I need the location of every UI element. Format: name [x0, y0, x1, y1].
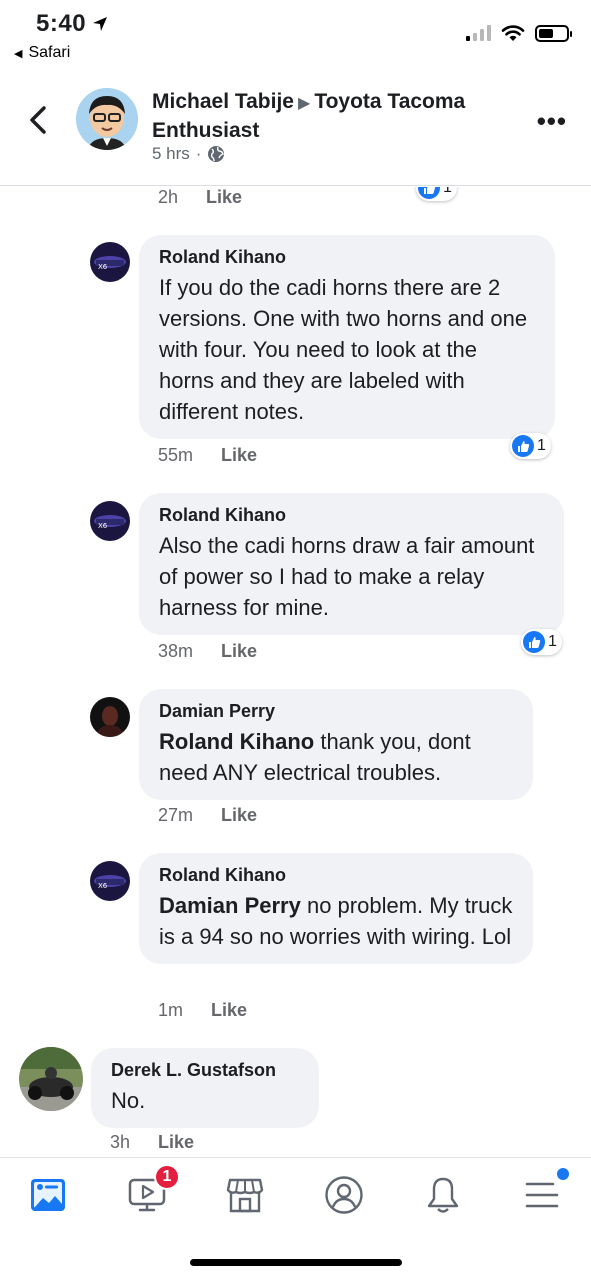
comment-text: Damian Perry no problem. My truck is a 9… — [159, 890, 513, 952]
post-header: Michael Tabije ▶ Toyota Tacoma Enthusiast … — [0, 78, 591, 186]
like-button[interactable]: Like — [158, 1132, 194, 1153]
nav-news-feed[interactable] — [25, 1172, 71, 1218]
mention-link[interactable]: Roland Kihano — [159, 729, 314, 754]
right-triangle-icon: ▶ — [298, 95, 311, 112]
reaction-count[interactable]: 1 — [416, 187, 457, 201]
nav-watch[interactable]: 1 — [124, 1164, 180, 1218]
svg-text:X6: X6 — [98, 882, 108, 890]
location-arrow-icon — [93, 17, 108, 31]
notification-badge: 1 — [154, 1164, 180, 1190]
menu-indicator-dot — [557, 1168, 569, 1180]
like-button[interactable]: Like — [221, 641, 257, 662]
back-app-label: Safari — [28, 44, 71, 61]
status-icons — [466, 24, 572, 42]
comment-meta: 1m Like — [158, 1000, 247, 1021]
comment-time: 27m — [158, 805, 194, 825]
commenter-name[interactable]: Roland Kihano — [159, 865, 513, 886]
like-button[interactable]: Like — [206, 187, 242, 208]
commenter-avatar[interactable] — [90, 697, 130, 737]
news-feed-icon — [31, 1179, 65, 1211]
comment-text: Roland Kihano thank you, dont need ANY e… — [159, 726, 513, 788]
like-button[interactable]: Like — [211, 1000, 247, 1021]
post-title: Michael Tabije ▶ Toyota Tacoma Enthusiast — [152, 88, 522, 144]
profile-icon — [325, 1176, 363, 1214]
status-bar: 5:40 ◀ Safari — [0, 0, 591, 72]
reaction-number: 1 — [443, 187, 452, 196]
commenter-name[interactable]: Derek L. Gustafson — [111, 1060, 299, 1081]
hamburger-menu-icon — [525, 1182, 559, 1208]
comment-text: Also the cadi horns draw a fair amount o… — [159, 533, 535, 620]
post-time[interactable]: 5 hrs — [152, 144, 190, 164]
comment-bubble: Roland Kihano Damian Perry no problem. M… — [139, 853, 533, 964]
comment-meta: 3h Like — [110, 1132, 194, 1153]
home-indicator[interactable] — [190, 1259, 402, 1266]
comment-bubble: Roland Kihano Also the cadi horns draw a… — [139, 493, 564, 635]
svg-text:X6: X6 — [98, 522, 108, 530]
comment-bubble: Damian Perry Roland Kihano thank you, do… — [139, 689, 533, 800]
author-name[interactable]: Michael Tabije — [152, 90, 294, 113]
marketplace-shop-icon — [226, 1178, 264, 1213]
globe-icon — [208, 146, 225, 162]
reaction-count[interactable]: 1 — [510, 433, 551, 459]
commenter-avatar[interactable] — [19, 1047, 83, 1111]
commenter-avatar[interactable]: X6 — [90, 501, 130, 541]
comment-bubble: Derek L. Gustafson No. — [91, 1048, 319, 1128]
post-meta: 5 hrs · — [152, 144, 225, 164]
svg-text:X6: X6 — [98, 263, 108, 271]
comment-meta: 55m Like — [158, 445, 257, 466]
back-to-app-link[interactable]: ◀ Safari — [14, 44, 70, 62]
like-button[interactable]: Like — [221, 445, 257, 466]
thumbs-up-icon — [418, 187, 440, 199]
comment-time: 2h — [158, 187, 179, 207]
thumbs-up-icon — [523, 631, 545, 653]
comment-meta: 27m Like — [158, 805, 257, 826]
comment-text: No. — [111, 1088, 146, 1113]
comment-time: 1m — [158, 1000, 184, 1020]
commenter-avatar[interactable]: X6 — [90, 861, 130, 901]
comment-bubble: Roland Kihano If you do the cadi horns t… — [139, 235, 555, 439]
commenter-name[interactable]: Damian Perry — [159, 701, 513, 722]
nav-marketplace[interactable] — [222, 1172, 268, 1218]
reaction-number: 1 — [548, 633, 557, 650]
status-time: 5:40 — [36, 10, 108, 38]
nav-profile[interactable] — [321, 1172, 367, 1218]
commenter-name[interactable]: Roland Kihano — [159, 247, 535, 268]
reaction-number: 1 — [537, 437, 546, 454]
commenter-avatar[interactable]: X6 — [90, 242, 130, 282]
author-avatar[interactable] — [76, 88, 138, 150]
nav-menu[interactable] — [519, 1168, 569, 1218]
back-chevron-icon[interactable] — [24, 102, 54, 138]
mention-link[interactable]: Damian Perry — [159, 893, 301, 918]
battery-icon — [535, 24, 572, 42]
clock: 5:40 — [36, 10, 87, 37]
more-options-button[interactable]: ••• — [537, 106, 567, 137]
like-button[interactable]: Like — [221, 805, 257, 826]
commenter-name[interactable]: Roland Kihano — [159, 505, 544, 526]
comment-text: If you do the cadi horns there are 2 ver… — [159, 275, 528, 424]
wifi-icon — [501, 25, 525, 41]
comment-time: 38m — [158, 641, 194, 661]
comment-meta: 38m Like — [158, 641, 257, 662]
bell-icon — [427, 1177, 459, 1213]
comment-meta: 2h Like — [158, 187, 242, 208]
meta-separator: · — [195, 144, 202, 163]
nav-notifications[interactable] — [420, 1172, 466, 1218]
thumbs-up-icon — [512, 435, 534, 457]
comment-time: 55m — [158, 445, 194, 465]
back-triangle-icon: ◀ — [14, 47, 23, 60]
cellular-signal-icon — [466, 25, 491, 41]
comments-list: 2h Like 1 X6 Roland Kihano If you do the… — [0, 187, 591, 1157]
comment-time: 3h — [110, 1132, 131, 1152]
reaction-count[interactable]: 1 — [521, 629, 562, 655]
